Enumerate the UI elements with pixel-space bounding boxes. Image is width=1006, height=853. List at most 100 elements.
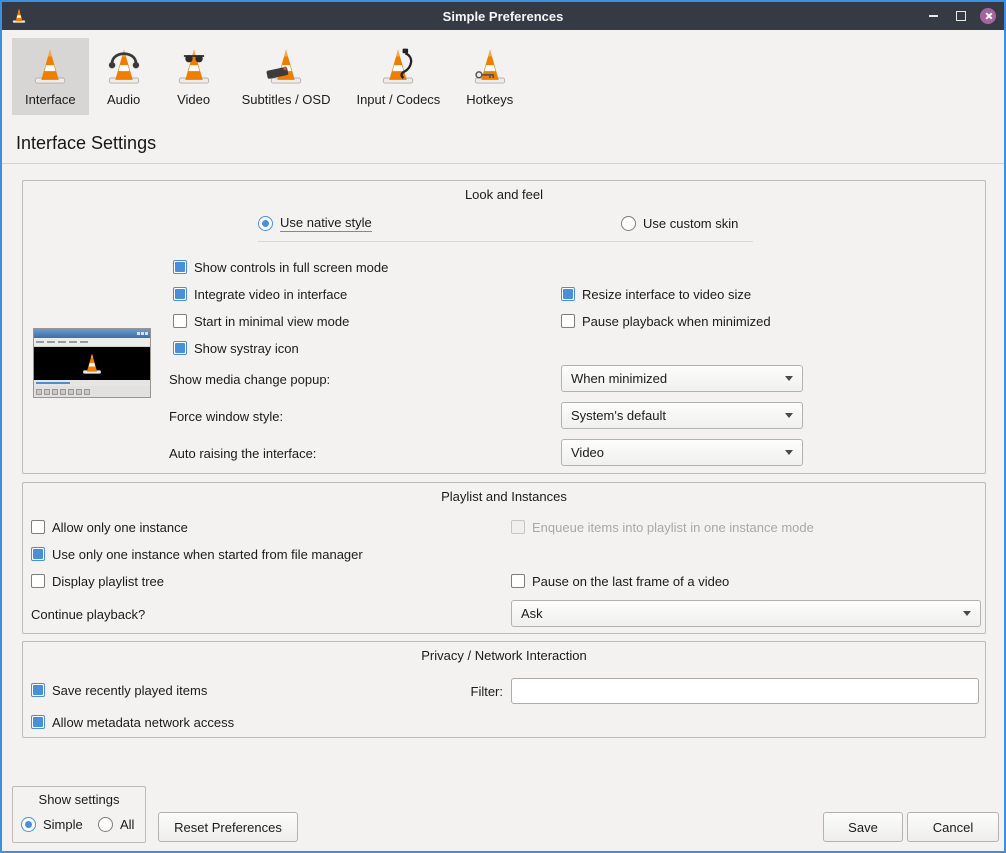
display-playlist-tree-checkbox[interactable]: Display playlist tree [31,573,164,589]
tab-input-codecs[interactable]: Input / Codecs [343,38,453,115]
group-title: Playlist and Instances [23,489,985,504]
preview-video-area [34,347,150,380]
select-value: Ask [521,606,543,621]
tab-label: Audio [107,92,140,107]
auto-raising-select[interactable]: Video [561,439,803,466]
tab-video[interactable]: Video [159,38,229,115]
allow-one-instance-checkbox[interactable]: Allow only one instance [31,519,188,535]
chevron-down-icon [963,611,971,616]
reset-preferences-button[interactable]: Reset Preferences [158,812,298,842]
filter-label: Filter: [423,684,503,699]
radio-label: Use custom skin [643,216,738,231]
save-recently-played-checkbox[interactable]: Save recently played items [31,682,207,698]
checkbox-box [173,287,187,301]
save-button[interactable]: Save [823,812,903,842]
start-minimal-view-checkbox[interactable]: Start in minimal view mode [173,313,349,329]
radio-label: All [120,817,134,832]
restore-button[interactable] [952,7,970,25]
show-systray-icon-checkbox[interactable]: Show systray icon [173,340,299,356]
group-title: Show settings [13,792,145,807]
auto-raising-label: Auto raising the interface: [169,446,316,461]
playlist-instances-group: Playlist and Instances Allow only one in… [22,482,986,634]
titlebar: Simple Preferences [2,2,1004,30]
checkbox-box [511,520,525,534]
tab-label: Interface [25,92,76,107]
checkbox-box [31,715,45,729]
tab-subtitles-osd[interactable]: Subtitles / OSD [229,38,344,115]
allow-metadata-access-checkbox[interactable]: Allow metadata network access [31,714,234,730]
checkbox-label: Integrate video in interface [194,287,347,302]
media-change-popup-select[interactable]: When minimized [561,365,803,392]
window-title: Simple Preferences [2,9,1004,24]
tab-label: Subtitles / OSD [242,92,331,107]
integrate-video-checkbox[interactable]: Integrate video in interface [173,286,347,302]
select-value: Video [571,445,604,460]
hotkeys-cone-icon [468,45,512,89]
show-settings-simple-radio[interactable]: Simple [21,816,83,832]
continue-playback-label: Continue playback? [31,607,145,622]
minimize-button[interactable] [924,7,942,25]
audio-cone-icon [102,45,146,89]
filter-input[interactable] [511,678,979,704]
chevron-down-icon [785,413,793,418]
show-settings-all-radio[interactable]: All [98,816,134,832]
minimize-icon [929,15,938,17]
group-title: Privacy / Network Interaction [23,648,985,663]
use-custom-skin-radio[interactable]: Use custom skin [621,215,738,231]
interface-preview-image [33,328,151,398]
checkbox-label: Pause on the last frame of a video [532,574,729,589]
force-window-style-label: Force window style: [169,409,283,424]
close-button[interactable] [980,8,996,24]
separator [258,241,753,242]
checkbox-label: Show systray icon [194,341,299,356]
video-cone-icon [172,45,216,89]
privacy-network-group: Privacy / Network Interaction Save recen… [22,641,986,738]
preview-menubar [34,338,150,347]
chevron-down-icon [785,450,793,455]
restore-icon [956,11,966,21]
media-change-popup-label: Show media change popup: [169,372,330,387]
input-codecs-cone-icon [376,45,420,89]
show-controls-fullscreen-checkbox[interactable]: Show controls in full screen mode [173,259,388,275]
checkbox-box [511,574,525,588]
tab-interface[interactable]: Interface [12,38,89,115]
use-native-style-radio[interactable]: Use native style [258,215,372,231]
checkbox-box [173,314,187,328]
checkbox-label: Allow only one instance [52,520,188,535]
pause-last-frame-checkbox[interactable]: Pause on the last frame of a video [511,573,729,589]
one-instance-file-manager-checkbox[interactable]: Use only one instance when started from … [31,546,363,562]
checkbox-label: Allow metadata network access [52,715,234,730]
pause-playback-minimized-checkbox[interactable]: Pause playback when minimized [561,313,771,329]
radio-circle [21,817,36,832]
cancel-button[interactable]: Cancel [907,812,999,842]
checkbox-label: Enqueue items into playlist in one insta… [532,520,814,535]
interface-cone-icon [28,45,72,89]
radio-circle [98,817,113,832]
tab-label: Hotkeys [466,92,513,107]
checkbox-label: Use only one instance when started from … [52,547,363,562]
checkbox-box [561,314,575,328]
simple-preferences-window: Simple Preferences Interface Audio [0,0,1006,853]
checkbox-box [173,341,187,355]
tab-label: Video [177,92,210,107]
tab-label: Input / Codecs [356,92,440,107]
radio-label: Use native style [280,215,372,232]
checkbox-label: Display playlist tree [52,574,164,589]
checkbox-label: Show controls in full screen mode [194,260,388,275]
select-value: System's default [571,408,666,423]
close-icon [984,12,992,20]
radio-label: Simple [43,817,83,832]
group-title: Look and feel [23,187,985,202]
checkbox-label: Resize interface to video size [582,287,751,302]
continue-playback-select[interactable]: Ask [511,600,981,627]
force-window-style-select[interactable]: System's default [561,402,803,429]
enqueue-items-checkbox: Enqueue items into playlist in one insta… [511,519,814,535]
look-and-feel-group: Look and feel Use native style Use custo… [22,180,986,474]
page-title: Interface Settings [16,133,156,154]
tab-hotkeys[interactable]: Hotkeys [453,38,526,115]
select-value: When minimized [571,371,667,386]
tab-audio[interactable]: Audio [89,38,159,115]
preview-controls [34,386,150,397]
resize-interface-checkbox[interactable]: Resize interface to video size [561,286,751,302]
checkbox-box [173,260,187,274]
